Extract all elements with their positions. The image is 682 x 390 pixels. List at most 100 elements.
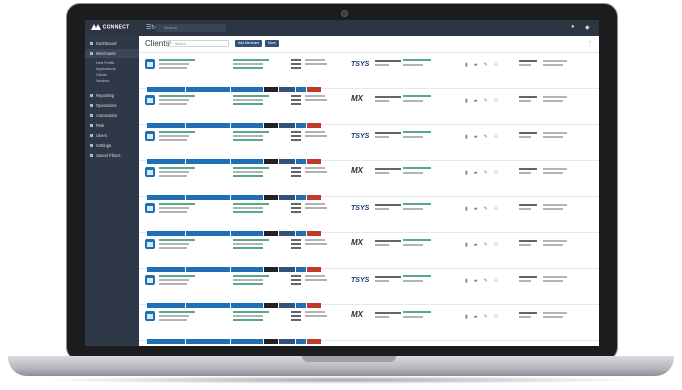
- text-line: [159, 275, 195, 277]
- row-action-icon[interactable]: ✎: [484, 206, 494, 212]
- row-actions[interactable]: ▮▰✎⚇: [465, 98, 504, 104]
- client-card[interactable]: TSYS ▮▰✎⚇: [139, 270, 599, 308]
- row-action-icon[interactable]: ⚇: [494, 278, 504, 284]
- text-line: [543, 280, 563, 282]
- row-action-icon[interactable]: ✎: [484, 242, 494, 248]
- row-action-icon[interactable]: ✎: [484, 278, 494, 284]
- text-line: [233, 139, 263, 141]
- row-action-icon[interactable]: ▮: [465, 170, 474, 176]
- sidebar-item-automation[interactable]: Automation: [85, 111, 139, 120]
- row-action-icon[interactable]: ✎: [484, 170, 494, 176]
- add-merchant-button[interactable]: Add Merchant: [235, 40, 263, 47]
- row-action-icon[interactable]: ✎: [484, 314, 494, 320]
- client-avatar-icon: [145, 203, 155, 213]
- row-actions[interactable]: ▮▰✎⚇: [465, 62, 504, 68]
- row-action-icon[interactable]: ⚇: [494, 206, 504, 212]
- page-title: Clients: [145, 39, 170, 48]
- text-line: [305, 275, 325, 277]
- sidebar-sub-vendors[interactable]: Vendors: [96, 79, 109, 83]
- sidebar-item-saved-filters[interactable]: Saved Filters: [85, 151, 139, 160]
- row-action-icon[interactable]: ▮: [465, 62, 474, 68]
- more-button[interactable]: More: [265, 40, 279, 47]
- text-line: [291, 67, 301, 69]
- row-action-icon[interactable]: ✎: [484, 62, 494, 68]
- sidebar-sub-applications[interactable]: Applications: [96, 67, 115, 71]
- row-action-icon[interactable]: ▰: [474, 170, 484, 176]
- clients-search-input[interactable]: Search: [167, 40, 229, 47]
- row-action-icon[interactable]: ▰: [474, 206, 484, 212]
- client-card[interactable]: MX ▮▰✎⚇: [139, 306, 599, 344]
- sidebar-sub-clients[interactable]: Clients: [96, 73, 107, 77]
- row-actions[interactable]: ▮▰✎⚇: [465, 134, 504, 140]
- sidebar-sub-new-profile[interactable]: New Profile: [96, 61, 114, 65]
- global-search-input[interactable]: Search: [156, 24, 226, 32]
- row-actions[interactable]: ▮▰✎⚇: [465, 170, 504, 176]
- text-line: [403, 280, 423, 282]
- row-action-icon[interactable]: ▰: [474, 278, 484, 284]
- row-action-icon[interactable]: ⚇: [494, 242, 504, 248]
- row-action-icon[interactable]: ⚇: [494, 134, 504, 140]
- row-action-icon[interactable]: ▰: [474, 98, 484, 104]
- row-action-icon[interactable]: ⚇: [494, 170, 504, 176]
- text-line: [291, 275, 301, 277]
- row-action-icon[interactable]: ✎: [484, 98, 494, 104]
- row-action-icon[interactable]: ⚇: [494, 98, 504, 104]
- client-card[interactable]: MX ▮▰✎⚇: [139, 234, 599, 272]
- row-action-icon[interactable]: ▮: [465, 134, 474, 140]
- processor-logo: TSYS: [351, 205, 370, 212]
- sidebar-item-reporting[interactable]: Reporting: [85, 91, 139, 100]
- row-action-icon[interactable]: ▮: [465, 314, 474, 320]
- row-actions[interactable]: ▮▰✎⚇: [465, 278, 504, 284]
- text-line: [375, 96, 401, 98]
- row-action-icon[interactable]: ▰: [474, 134, 484, 140]
- client-card[interactable]: TSYS ▮▰✎⚇: [139, 198, 599, 236]
- row-action-icon[interactable]: ▰: [474, 242, 484, 248]
- row-actions[interactable]: ▮▰✎⚇: [465, 242, 504, 248]
- sidebar-item-users[interactable]: Users: [85, 131, 139, 140]
- text-line: [291, 279, 301, 281]
- processor-logo: MX: [351, 310, 363, 319]
- client-card[interactable]: TSYS ▮▰✎⚇: [139, 126, 599, 164]
- row-action-icon[interactable]: ✎: [484, 134, 494, 140]
- client-card[interactable]: MX ▮▰✎⚇: [139, 162, 599, 200]
- row-action-icon[interactable]: ▮: [465, 278, 474, 284]
- row-action-icon[interactable]: ▰: [474, 62, 484, 68]
- text-line: [403, 59, 431, 61]
- sidebar-item-dashboard[interactable]: Dashboard: [85, 39, 139, 48]
- kebab-menu-icon[interactable]: ⋮: [587, 40, 593, 47]
- text-line: [305, 63, 327, 65]
- text-line: [305, 315, 327, 317]
- user-icon[interactable]: ◆: [585, 24, 590, 31]
- text-line: [543, 240, 567, 242]
- row-actions[interactable]: ▮▰✎⚇: [465, 314, 504, 320]
- text-line: [543, 316, 563, 318]
- row-actions[interactable]: ▮▰✎⚇: [465, 206, 504, 212]
- sidebar-item-settings[interactable]: Settings: [85, 141, 139, 150]
- tag-badge: [264, 339, 278, 344]
- text-line: [543, 96, 567, 98]
- row-action-icon[interactable]: ⚇: [494, 314, 504, 320]
- row-action-icon[interactable]: ▮: [465, 98, 474, 104]
- text-line: [291, 243, 301, 245]
- row-action-icon[interactable]: ▮: [465, 242, 474, 248]
- tag-badge: [296, 339, 306, 344]
- bell-icon[interactable]: ●: [571, 24, 575, 30]
- client-card[interactable]: MX ▮▰✎⚇: [139, 90, 599, 128]
- sidebar-item-merchants[interactable]: Merchants: [85, 49, 139, 58]
- processor-logo: MX: [351, 238, 363, 247]
- row-action-icon[interactable]: ⚇: [494, 62, 504, 68]
- text-line: [403, 100, 423, 102]
- client-card[interactable]: TSYS ▮▰✎⚇: [139, 54, 599, 92]
- sidebar-item-risk[interactable]: Risk: [85, 121, 139, 130]
- text-line: [519, 136, 531, 138]
- text-line: [375, 172, 389, 174]
- row-action-icon[interactable]: ▰: [474, 314, 484, 320]
- sidebar-item-operations[interactable]: Operations: [85, 101, 139, 110]
- text-line: [519, 100, 531, 102]
- text-line: [519, 208, 531, 210]
- text-line: [233, 135, 263, 137]
- row-action-icon[interactable]: ▮: [465, 206, 474, 212]
- logo-text: CONNECT: [102, 24, 130, 31]
- app-logo[interactable]: CONNECT: [91, 24, 130, 30]
- text-line: [291, 319, 301, 321]
